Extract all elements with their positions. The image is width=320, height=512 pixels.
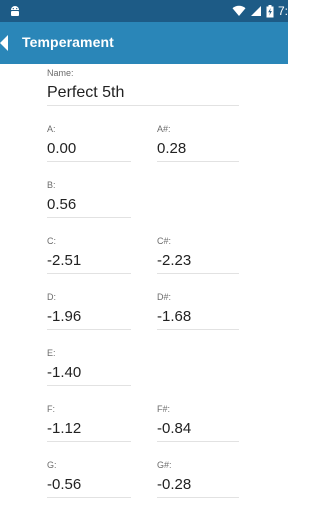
note-input-g[interactable]: -0.56 bbox=[47, 476, 131, 498]
note-field-e: E: -1.40 bbox=[47, 348, 131, 386]
note-input-a[interactable]: 0.00 bbox=[47, 140, 131, 162]
note-label-a: A: bbox=[47, 124, 56, 134]
note-field-f-sharp: F#: -0.84 bbox=[157, 404, 239, 442]
note-label-d: D: bbox=[47, 292, 56, 302]
name-field-group: Name: Perfect 5th bbox=[47, 68, 239, 106]
note-label-e: E: bbox=[47, 348, 56, 358]
note-label-b: B: bbox=[47, 180, 56, 190]
note-label-c-sharp: C#: bbox=[157, 236, 172, 246]
note-label-g: G: bbox=[47, 460, 57, 470]
page-title: Temperament bbox=[22, 34, 114, 50]
note-label-d-sharp: D#: bbox=[157, 292, 172, 302]
note-input-d[interactable]: -1.96 bbox=[47, 308, 131, 330]
status-bar: 7: bbox=[0, 0, 288, 22]
note-field-d: D: -1.96 bbox=[47, 292, 131, 330]
note-field-g: G: -0.56 bbox=[47, 460, 131, 498]
note-field-a: A: 0.00 bbox=[47, 124, 131, 162]
note-label-a-sharp: A#: bbox=[157, 124, 171, 134]
android-icon bbox=[11, 6, 19, 16]
battery-icon bbox=[266, 4, 274, 17]
note-input-b[interactable]: 0.56 bbox=[47, 196, 131, 218]
note-field-a-sharp: A#: 0.28 bbox=[157, 124, 239, 162]
note-input-f-sharp[interactable]: -0.84 bbox=[157, 420, 239, 442]
note-label-f: F: bbox=[47, 404, 55, 414]
back-arrow-icon[interactable] bbox=[0, 34, 12, 52]
note-label-c: C: bbox=[47, 236, 56, 246]
note-input-c-sharp[interactable]: -2.23 bbox=[157, 252, 239, 274]
temperament-form: Name: Perfect 5th A: 0.00 A#: 0.28 B: 0.… bbox=[0, 64, 288, 512]
note-field-b: B: 0.56 bbox=[47, 180, 131, 218]
note-field-c: C: -2.51 bbox=[47, 236, 131, 274]
status-time: 7: bbox=[277, 4, 288, 18]
note-field-f: F: -1.12 bbox=[47, 404, 131, 442]
note-field-g-sharp: G#: -0.28 bbox=[157, 460, 239, 498]
note-input-e[interactable]: -1.40 bbox=[47, 364, 131, 386]
note-input-c[interactable]: -2.51 bbox=[47, 252, 131, 274]
note-input-f[interactable]: -1.12 bbox=[47, 420, 131, 442]
name-label: Name: bbox=[47, 68, 74, 78]
note-label-f-sharp: F#: bbox=[157, 404, 171, 414]
app-bar: Temperament bbox=[0, 22, 288, 64]
note-field-d-sharp: D#: -1.68 bbox=[157, 292, 239, 330]
name-input[interactable]: Perfect 5th bbox=[47, 84, 239, 106]
note-input-a-sharp[interactable]: 0.28 bbox=[157, 140, 239, 162]
note-input-d-sharp[interactable]: -1.68 bbox=[157, 308, 239, 330]
cell-signal-icon bbox=[250, 6, 261, 16]
wifi-icon bbox=[232, 5, 246, 17]
note-label-g-sharp: G#: bbox=[157, 460, 172, 470]
note-field-c-sharp: C#: -2.23 bbox=[157, 236, 239, 274]
note-input-g-sharp[interactable]: -0.28 bbox=[157, 476, 239, 498]
